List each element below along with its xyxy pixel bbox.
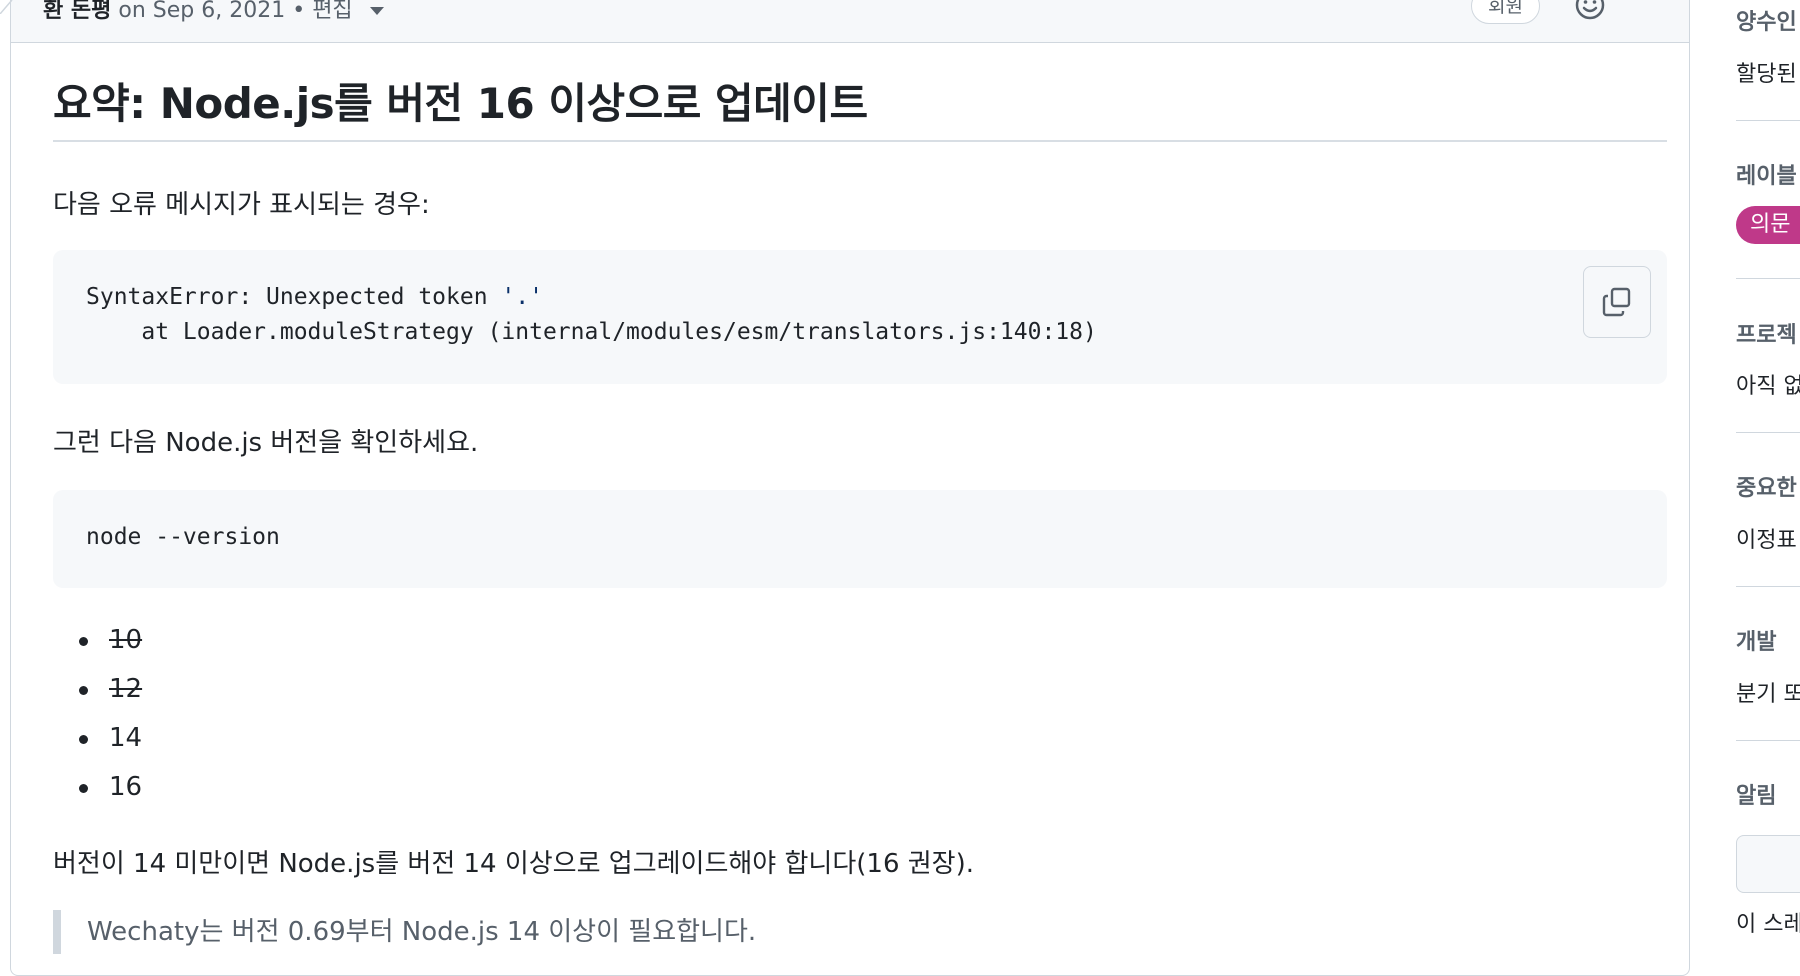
sidebar-divider bbox=[1736, 432, 1800, 433]
version-command[interactable]: node --version bbox=[86, 520, 280, 555]
error-line-2: at Loader.moduleStrategy (internal/modul… bbox=[86, 319, 1097, 345]
copy-button[interactable] bbox=[1583, 266, 1651, 338]
comment-date[interactable]: on Sep 6, 2021 bbox=[118, 0, 285, 23]
blockquote: Wechaty는 버전 0.69부터 Node.js 14 이상이 필요합니다. bbox=[53, 910, 756, 954]
projects-heading[interactable]: 프로젝 bbox=[1736, 317, 1800, 349]
subscribe-button[interactable] bbox=[1736, 835, 1800, 893]
assignees-value-text: 할당된 bbox=[1736, 62, 1797, 87]
development-value: 분기 또 bbox=[1736, 676, 1800, 708]
projects-value-text: 아직 없 bbox=[1736, 374, 1800, 399]
comment-title: 요약: Node.js를 버전 16 이상으로 업데이트 bbox=[53, 79, 868, 128]
version-code-block: node --version bbox=[53, 490, 1667, 588]
development-section[interactable]: 개발 bbox=[1736, 624, 1800, 656]
list-item: 12 bbox=[78, 665, 143, 714]
assignees-heading[interactable]: 양수인 bbox=[1736, 4, 1800, 36]
chevron-down-icon[interactable] bbox=[369, 7, 384, 15]
smiley-icon[interactable] bbox=[1573, 0, 1607, 22]
comment-header: 환 돈평 on Sep 6, 2021 • 편집 회원 bbox=[11, 0, 1689, 43]
sidebar-divider bbox=[1736, 120, 1800, 121]
error-code[interactable]: SyntaxError: Unexpected token '.' at Loa… bbox=[86, 280, 1097, 350]
notifications-heading: 알림 bbox=[1736, 784, 1777, 809]
development-heading[interactable]: 개발 bbox=[1736, 624, 1800, 656]
notifications-footer: 이 스레 bbox=[1736, 906, 1800, 938]
error-line-1-string: '.' bbox=[501, 284, 543, 310]
issue-sidebar: 양수인 할당된 레이블 의문 프로젝 아직 없 중요한 이정표 개발 분기 또 … bbox=[1736, 0, 1800, 970]
version-label: 10 bbox=[109, 625, 143, 655]
sidebar-divider bbox=[1736, 740, 1800, 741]
sidebar-divider bbox=[1736, 278, 1800, 279]
assignees-value: 할당된 bbox=[1736, 56, 1800, 88]
milestone-value-text: 이정표 bbox=[1736, 528, 1797, 553]
author-name[interactable]: 환 돈평 bbox=[43, 0, 111, 23]
sidebar-divider bbox=[1736, 586, 1800, 587]
upgrade-text: 버전이 14 미만이면 Node.js를 버전 14 이상으로 업그레이드해야 … bbox=[53, 849, 974, 879]
list-item: 14 bbox=[78, 714, 143, 763]
assignees-section[interactable]: 양수인 bbox=[1736, 4, 1800, 36]
edited-label[interactable]: • 편집 bbox=[292, 0, 352, 23]
milestone-section[interactable]: 중요한 bbox=[1736, 470, 1800, 502]
label-question[interactable]: 의문 bbox=[1736, 206, 1800, 244]
version-list: 10 12 14 16 bbox=[53, 616, 142, 812]
labels-section[interactable]: 레이블 bbox=[1736, 158, 1800, 190]
error-line-1-prefix: SyntaxError: Unexpected token bbox=[86, 284, 502, 310]
version-label: 14 bbox=[109, 723, 143, 753]
error-code-block: SyntaxError: Unexpected token '.' at Loa… bbox=[53, 250, 1667, 384]
labels-heading[interactable]: 레이블 bbox=[1736, 158, 1800, 190]
title-divider bbox=[53, 140, 1667, 142]
development-value-text: 분기 또 bbox=[1736, 682, 1800, 707]
version-label: 12 bbox=[109, 674, 143, 704]
intro-text: 다음 오류 메시지가 표시되는 경우: bbox=[53, 190, 430, 220]
list-item: 10 bbox=[78, 616, 143, 665]
projects-section[interactable]: 프로젝 bbox=[1736, 317, 1800, 349]
copy-icon bbox=[1602, 287, 1631, 317]
check-version-text: 그런 다음 Node.js 버전을 확인하세요. bbox=[53, 428, 479, 458]
issue-comment: 환 돈평 on Sep 6, 2021 • 편집 회원 요약: Node.js를… bbox=[10, 0, 1690, 976]
comment-pointer bbox=[0, 0, 13, 14]
notifications-footer-text: 이 스레 bbox=[1736, 912, 1800, 937]
list-item: 16 bbox=[78, 763, 143, 812]
projects-value: 아직 없 bbox=[1736, 368, 1800, 400]
milestone-value: 이정표 bbox=[1736, 522, 1800, 554]
kebab-horizontal-icon[interactable] bbox=[1615, 0, 1655, 18]
quote-text: Wechaty는 버전 0.69부터 Node.js 14 이상이 필요합니다. bbox=[87, 917, 757, 947]
comment-meta: 환 돈평 on Sep 6, 2021 • 편집 bbox=[43, 0, 384, 24]
notifications-section: 알림 bbox=[1736, 778, 1800, 810]
milestone-heading[interactable]: 중요한 bbox=[1736, 470, 1800, 502]
version-label: 16 bbox=[109, 772, 143, 802]
role-badge: 회원 bbox=[1471, 0, 1540, 24]
